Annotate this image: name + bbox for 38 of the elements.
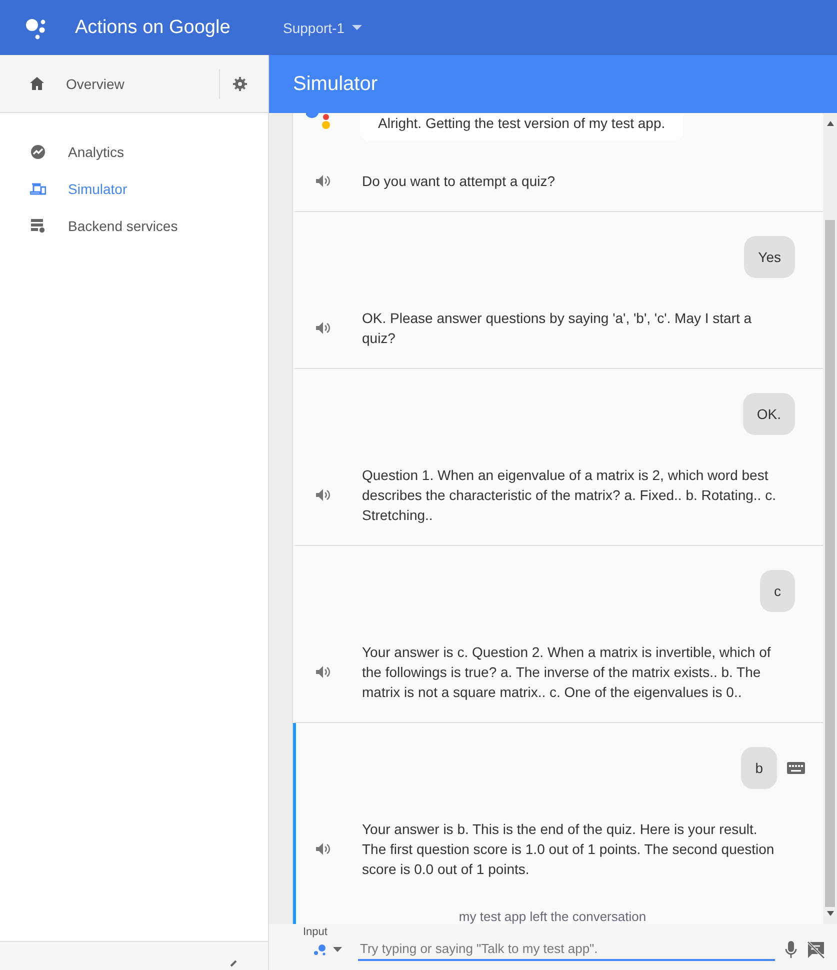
input-label: Input (303, 926, 328, 938)
app-title: Actions on Google (75, 16, 232, 38)
speaker-icon[interactable] (316, 489, 330, 501)
assistant-message: Alright. Getting the test version of my test app. (360, 113, 684, 141)
input-field[interactable]: Try typing or saying "Talk to my test app". (358, 938, 775, 961)
scroll-up-icon[interactable] (826, 121, 834, 126)
dropdown-caret-icon (352, 24, 362, 30)
assistant-reply: Do you want to attempt a quiz? (362, 172, 555, 191)
sidebar-item[interactable]: Analytics (0, 133, 268, 170)
assistant-reply: OK. Please answer questions by saying 'a', 'b', 'c'. May I start a quiz? (362, 309, 753, 348)
speech-off-icon[interactable] (807, 940, 825, 958)
microphone-icon[interactable] (785, 940, 797, 958)
overview-link[interactable]: Overview (66, 76, 124, 92)
scroll-down-icon[interactable] (826, 911, 834, 916)
speaker-icon[interactable] (316, 175, 330, 187)
sidebar-item[interactable]: Simulator (0, 170, 268, 207)
analytics-icon (30, 144, 46, 158)
sidebar-item[interactable]: Backend services (0, 207, 268, 244)
input-panel[interactable]: Input Try typing or saying "Talk to my test app". (269, 924, 837, 970)
assistant-reply: Your answer is b. This is the end of the quiz. Here is your result. The first question score is 1.0 out of 1 points. The second question score is 0.0 out of 1 points. (362, 820, 776, 879)
speaker-icon[interactable] (316, 666, 330, 678)
dropdown-caret-icon (333, 947, 342, 952)
devices-icon (30, 182, 46, 194)
simulator-title: Simulator (293, 72, 378, 96)
assistant-dots-icon (313, 944, 327, 956)
project-dropdown[interactable]: Support-1 (283, 20, 362, 36)
user-message: c (760, 570, 795, 612)
settings-icon[interactable] (233, 76, 247, 90)
speaker-icon[interactable] (316, 322, 330, 334)
home-icon (30, 77, 44, 90)
conversation-status: my test app left the conversation (458, 908, 648, 924)
server-icon (30, 218, 46, 232)
speaker-icon[interactable] (316, 843, 330, 855)
user-message: OK. (742, 393, 795, 435)
assistant-reply: Your answer is c. Question 2. When a matrix is invertible, which of the followings is true? a. The inverse of the matrix exists.. b. The matrix is not a square matrix.. c. One of the eigenvalues is 0.. (362, 643, 772, 702)
user-message: Yes (744, 236, 795, 278)
user-message: b (741, 747, 777, 789)
assistant-reply: Question 1. When an eigenvalue of a matrix is 2, which word best describes the characteristic of the matrix? a. Fixed.. b. Rotating.. c. Stretching.. (362, 466, 777, 525)
